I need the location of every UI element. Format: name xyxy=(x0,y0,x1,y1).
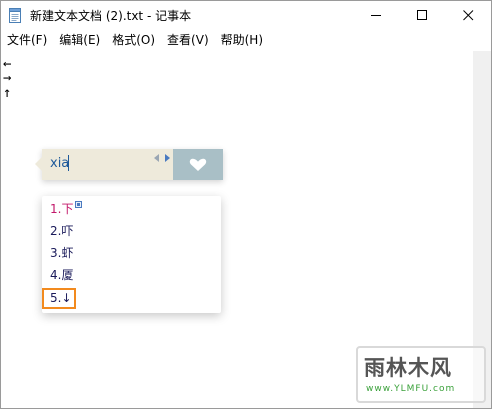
editor-line: ← xyxy=(3,56,12,72)
minimize-button[interactable] xyxy=(353,1,399,30)
candidate-item[interactable]: 3.虾 xyxy=(42,245,73,261)
watermark-logo: 雨林木风 www.YLMFU.com xyxy=(356,346,486,403)
heart-icon xyxy=(189,158,207,171)
maximize-button[interactable] xyxy=(399,1,445,30)
minimize-icon xyxy=(370,15,381,16)
menu-format[interactable]: 格式(O) xyxy=(106,30,161,50)
maximize-icon xyxy=(416,10,427,20)
ime-caret xyxy=(68,155,69,171)
candidate-item[interactable]: 2.吓 xyxy=(42,223,73,239)
candidate-label: 4.厦 xyxy=(50,268,74,282)
candidate-item[interactable]: 1.下 xyxy=(42,201,83,217)
candidate-highlight-box xyxy=(42,288,76,309)
title-bar[interactable]: 新建文本文档 (2).txt - 记事本 xyxy=(1,1,491,30)
menu-bar: 文件(F) 编辑(E) 格式(O) 查看(V) 帮助(H) xyxy=(1,30,491,50)
editor-line: → xyxy=(3,70,12,86)
candidate-label: 2.吓 xyxy=(50,224,74,238)
menu-file[interactable]: 文件(F) xyxy=(1,30,53,50)
menu-help[interactable]: 帮助(H) xyxy=(215,30,269,50)
notepad-icon xyxy=(9,8,21,23)
menu-edit[interactable]: 编辑(E) xyxy=(53,30,106,50)
candidate-item[interactable]: 4.厦 xyxy=(42,267,73,283)
watermark-main-text: 雨林木风 xyxy=(364,356,452,380)
ime-skin-area[interactable] xyxy=(173,149,223,180)
candidate-label: 1.下 xyxy=(50,202,74,216)
menu-view[interactable]: 查看(V) xyxy=(161,30,215,50)
page-arrows-icon[interactable] xyxy=(153,153,171,163)
ime-pointer-arrow xyxy=(35,157,42,171)
ime-pinyin-text: xia xyxy=(50,156,70,171)
candidate-badge-icon xyxy=(75,201,83,208)
editor-line: ↑ xyxy=(3,85,12,101)
candidate-label: 3.虾 xyxy=(50,246,74,260)
close-button[interactable] xyxy=(445,1,491,30)
ime-composition-bar: xia xyxy=(35,149,223,180)
watermark-url: www.YLMFU.com xyxy=(366,384,456,394)
close-icon xyxy=(462,10,473,21)
ime-input-area[interactable]: xia xyxy=(35,149,173,180)
window-title: 新建文本文档 (2).txt - 记事本 xyxy=(30,9,192,23)
